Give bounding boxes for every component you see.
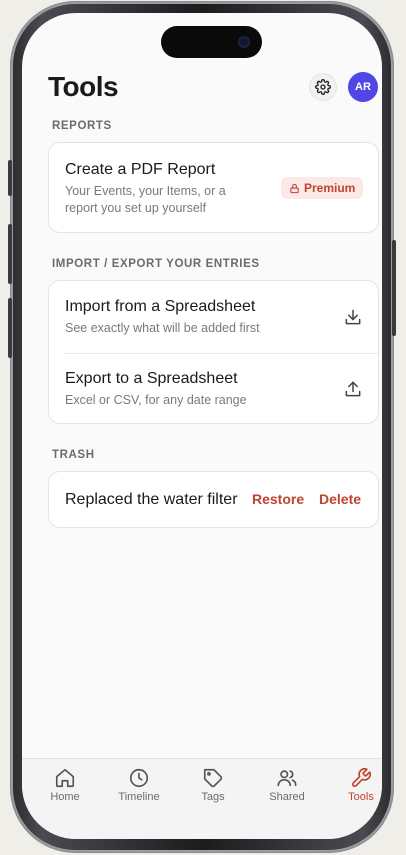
tag-icon <box>203 768 223 788</box>
tab-bar: Home Timeline Tags Shared Tools <box>22 758 382 839</box>
trash-item-card: Replaced the water filter Restore Delete <box>48 471 379 528</box>
pdf-report-subtitle-line2: report you set up yourself <box>65 201 207 215</box>
import-export-card: Import from a Spreadsheet See exactly wh… <box>48 280 379 424</box>
tab-timeline-label: Timeline <box>118 791 160 803</box>
section-label-reports: REPORTS <box>52 120 112 132</box>
tab-tags-label: Tags <box>201 791 225 803</box>
section-label-trash: TRASH <box>52 449 95 461</box>
pdf-report-card[interactable]: Create a PDF Report Your Events, your It… <box>48 142 379 233</box>
trash-item-title: Replaced the water filter <box>65 491 238 508</box>
export-row[interactable]: Export to a Spreadsheet Excel or CSV, fo… <box>49 354 378 425</box>
tab-home[interactable]: Home <box>35 767 95 803</box>
import-row[interactable]: Import from a Spreadsheet See exactly wh… <box>49 281 378 353</box>
download-icon <box>345 309 361 325</box>
tab-shared[interactable]: Shared <box>257 767 317 803</box>
import-title: Import from a Spreadsheet <box>65 298 256 315</box>
export-title: Export to a Spreadsheet <box>65 370 238 387</box>
tab-timeline[interactable]: Timeline <box>109 767 169 803</box>
premium-badge: Premium <box>281 177 364 199</box>
clock-icon <box>129 768 149 788</box>
settings-button[interactable] <box>309 73 337 101</box>
wrench-icon <box>351 768 371 788</box>
lock-icon <box>290 183 299 193</box>
volume-up-button <box>8 224 12 284</box>
page-header: Tools AR <box>22 69 382 109</box>
export-subtitle: Excel or CSV, for any date range <box>65 393 247 407</box>
action-button <box>8 160 12 196</box>
dynamic-island <box>161 26 262 58</box>
restore-button[interactable]: Restore <box>252 491 304 507</box>
tab-tags[interactable]: Tags <box>183 767 243 803</box>
tab-tools[interactable]: Tools <box>331 767 382 803</box>
premium-badge-label: Premium <box>304 181 356 195</box>
delete-button[interactable]: Delete <box>319 491 361 507</box>
settings-gear-icon <box>315 79 331 95</box>
pdf-report-subtitle-line1: Your Events, your Items, or a <box>65 184 226 198</box>
power-button <box>392 240 396 336</box>
avatar[interactable]: AR <box>348 72 378 102</box>
upload-icon <box>345 381 361 397</box>
section-label-import-export: IMPORT / EXPORT YOUR ENTRIES <box>52 258 260 270</box>
tab-home-label: Home <box>50 791 80 803</box>
home-icon <box>55 768 75 788</box>
users-icon <box>277 770 297 787</box>
page-title: Tools <box>48 71 119 102</box>
pdf-report-title: Create a PDF Report <box>65 161 216 178</box>
import-subtitle: See exactly what will be added first <box>65 321 260 335</box>
tab-tools-label: Tools <box>348 791 374 803</box>
tab-shared-label: Shared <box>269 791 305 803</box>
screen: Tools AR REPORTS Create a PDF Report You… <box>22 13 382 839</box>
volume-down-button <box>8 298 12 358</box>
phone-frame: Tools AR REPORTS Create a PDF Report You… <box>8 2 396 852</box>
